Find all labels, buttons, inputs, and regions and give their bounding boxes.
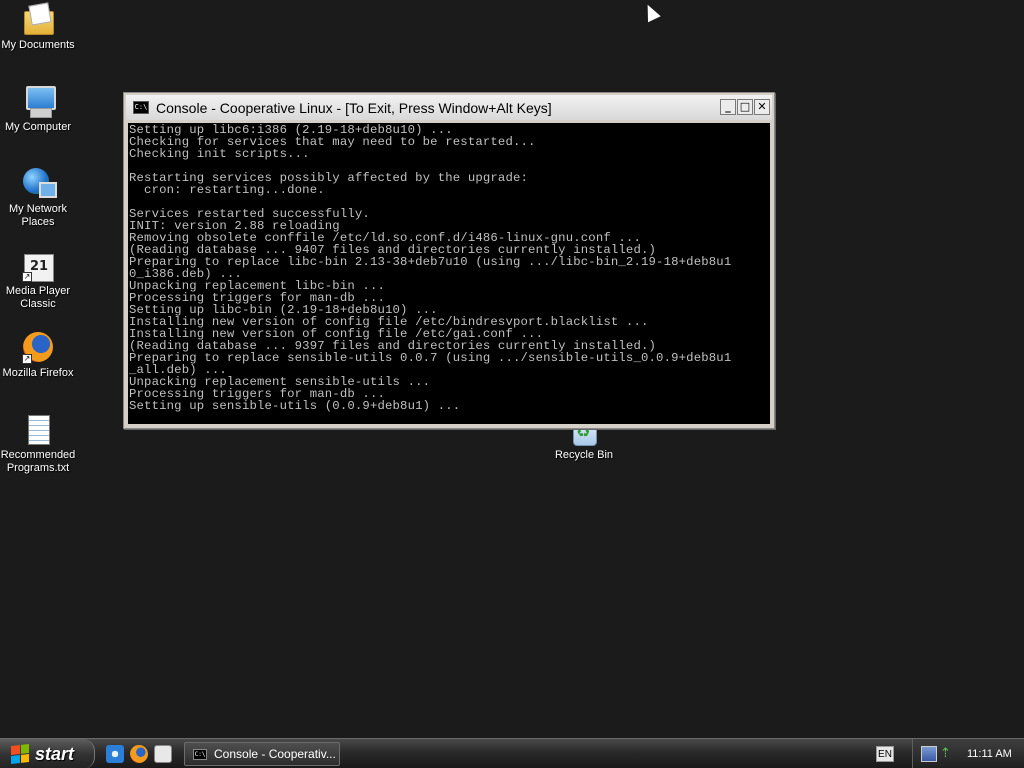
desktop-icon-media-player-classic[interactable]: ↗ Media Player Classic [0, 248, 78, 311]
taskbar: start C:\ Console - Cooperativ... EN ⇡ 1… [0, 738, 1024, 768]
shortcut-arrow-icon: ↗ [22, 272, 32, 282]
close-button[interactable]: ✕ [754, 99, 770, 115]
windows-logo-icon [11, 744, 29, 764]
desktop-icon-label: Recycle Bin [554, 449, 614, 461]
firefox-icon[interactable] [130, 745, 148, 763]
console-line: cron: restarting...done. [129, 183, 325, 197]
desktop-icon-label: Media Player Classic [5, 285, 71, 310]
desktop-icon-label: Mozilla Firefox [2, 367, 74, 379]
desktop-icon-label: My Network Places [8, 203, 68, 228]
language-indicator[interactable]: EN [876, 746, 894, 762]
window-controls: _ □ ✕ [720, 99, 770, 115]
console-line: Setting up sensible-utils (0.0.9+deb8u1)… [129, 399, 461, 413]
console-output[interactable]: Setting up libc6:i386 (2.19-18+deb8u10) … [128, 123, 770, 424]
taskbar-button-label: Console - Cooperativ... [214, 747, 336, 761]
my-computer-icon [21, 84, 56, 118]
network-places-icon [21, 166, 57, 200]
internet-explorer-icon[interactable] [106, 745, 124, 763]
shortcut-arrow-icon: ↗ [22, 354, 32, 364]
text-file-icon [21, 412, 55, 446]
taskbar-button-console[interactable]: C:\ Console - Cooperativ... [184, 742, 340, 766]
firefox-icon: ↗ [21, 330, 55, 364]
console-icon[interactable]: C:\ [133, 101, 149, 114]
minimize-button[interactable]: _ [720, 99, 736, 115]
mouse-cursor-icon [641, 1, 661, 23]
desktop-icon-network-places[interactable]: My Network Places [0, 166, 78, 229]
clock[interactable]: 11:11 AM [967, 748, 1012, 760]
console-window[interactable]: C:\ Console - Cooperative Linux - [To Ex… [123, 92, 775, 429]
media-player-classic-icon[interactable] [154, 745, 172, 763]
desktop-icon-recommended-programs[interactable]: Recommended Programs.txt [0, 412, 78, 475]
quick-launch [106, 745, 172, 763]
desktop-icon-label: Recommended Programs.txt [0, 449, 76, 474]
network-status-icon[interactable] [921, 746, 937, 762]
start-button[interactable]: start [0, 739, 95, 768]
start-label: start [35, 743, 75, 764]
desktop-icon-firefox[interactable]: ↗ Mozilla Firefox [0, 330, 78, 380]
console-line: Checking init scripts... [129, 147, 310, 161]
window-title: Console - Cooperative Linux - [To Exit, … [156, 99, 552, 116]
desktop-icon-my-computer[interactable]: My Computer [0, 84, 78, 134]
desktop-icon-label: My Computer [4, 121, 72, 133]
maximize-button[interactable]: □ [737, 99, 753, 115]
desktop-icon-my-documents[interactable]: My Documents [0, 2, 78, 52]
my-documents-icon [21, 2, 55, 36]
media-player-classic-icon: ↗ [21, 248, 55, 282]
desktop-icon-label: My Documents [1, 39, 75, 51]
safely-remove-hardware-icon[interactable]: ⇡ [940, 746, 952, 762]
system-tray: ⇡ 11:11 AM [912, 739, 1024, 768]
window-titlebar[interactable]: C:\ Console - Cooperative Linux - [To Ex… [126, 95, 772, 120]
console-icon: C:\ [193, 748, 207, 760]
